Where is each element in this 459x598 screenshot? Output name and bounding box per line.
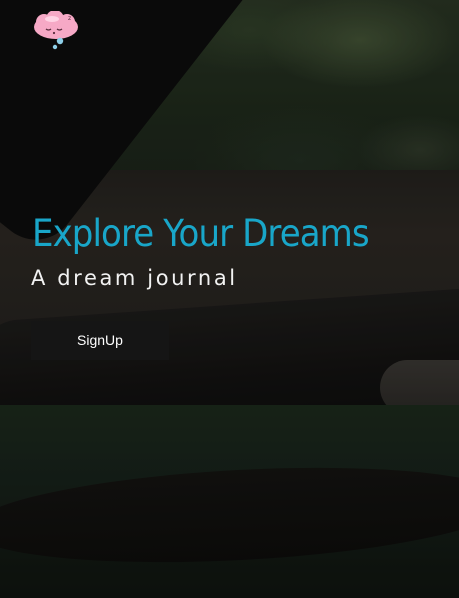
sleeping-cloud-brain-icon: z (34, 10, 78, 50)
brand-logo[interactable]: z (30, 10, 82, 51)
landing-page: z Explore Your Dreams A dream journal Si… (0, 0, 459, 598)
hero-subtitle: A dream journal (31, 266, 238, 290)
hero-title: Explore Your Dreams (32, 212, 370, 255)
svg-text:z: z (68, 15, 71, 22)
signup-button[interactable]: SignUp (31, 321, 169, 360)
